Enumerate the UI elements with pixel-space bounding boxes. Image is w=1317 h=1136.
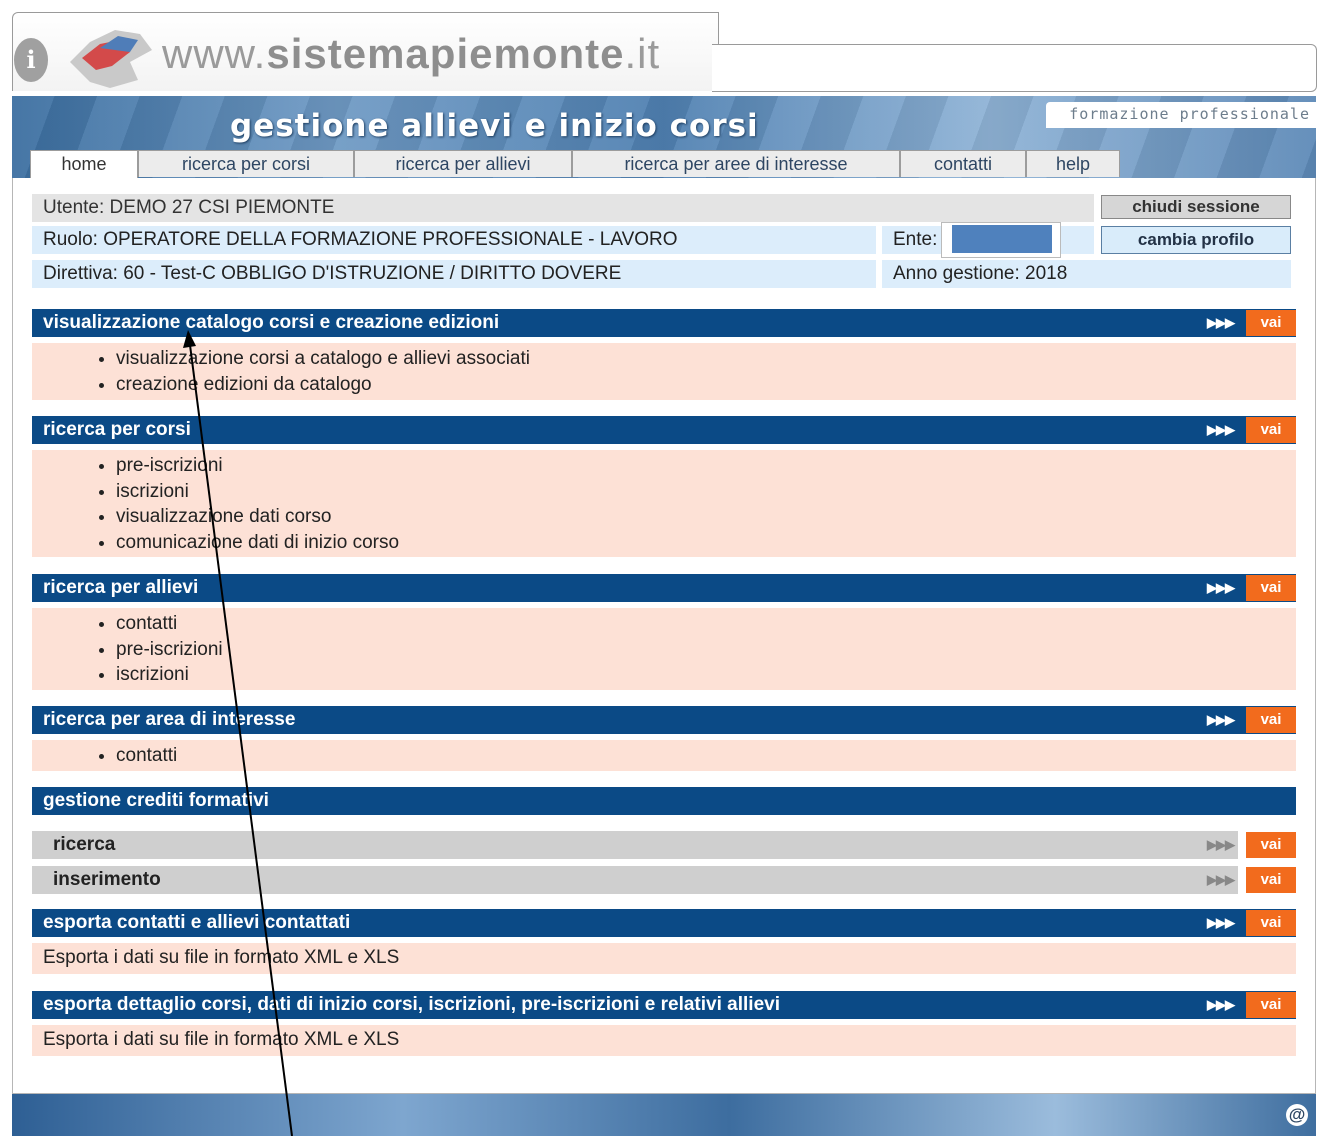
row-label: ricerca <box>53 834 116 855</box>
arrows-icon: ▶▶▶ <box>1207 872 1235 887</box>
arrows-icon: ▶▶▶ <box>1207 315 1235 330</box>
section-header-crediti: gestione crediti formativi <box>32 787 1296 815</box>
section-header-corsi[interactable]: ricerca per corsi ▶▶▶ <box>32 416 1296 444</box>
section-body-catalogo: visualizzazione corsi a catalogo e allie… <box>32 343 1296 400</box>
arrows-icon: ▶▶▶ <box>1207 712 1235 727</box>
utente-label: Utente: <box>43 197 105 218</box>
section-body-area: contatti <box>32 740 1296 771</box>
arrows-icon: ▶▶▶ <box>1207 580 1235 595</box>
section-body-esporta-dettaglio: Esporta i dati su file in formato XML e … <box>32 1025 1296 1056</box>
arrows-icon: ▶▶▶ <box>1207 915 1235 930</box>
section-title: esporta contatti e allievi contattati <box>43 912 351 933</box>
portal-header: i www.sistemapiemonte.it <box>12 12 1317 96</box>
section-body-esporta-contatti: Esporta i dati su file in formato XML e … <box>32 943 1296 974</box>
list-item: visualizzazione corsi a catalogo e allie… <box>116 346 1296 372</box>
cambia-profilo-button[interactable]: cambia profilo <box>1101 226 1291 254</box>
list-item: contatti <box>116 611 1296 637</box>
section-body-allievi: contatti pre-iscrizioni iscrizioni <box>32 608 1296 690</box>
arrows-icon: ▶▶▶ <box>1207 422 1235 437</box>
tab-contatti[interactable]: contatti <box>900 150 1026 177</box>
section-description: Esporta i dati su file in formato XML e … <box>43 947 400 968</box>
section-body-corsi: pre-iscrizioni iscrizioni visualizzazion… <box>32 450 1296 557</box>
direttiva-row: Direttiva: 60 - Test-C OBBLIGO D'ISTRUZI… <box>32 260 876 288</box>
tab-ricerca-corsi[interactable]: ricerca per corsi <box>138 150 354 177</box>
vai-button-esporta-dettaglio[interactable]: vai <box>1246 992 1296 1018</box>
piemonte-logo-icon[interactable] <box>60 22 160 92</box>
section-header-area[interactable]: ricerca per area di interesse ▶▶▶ <box>32 706 1296 734</box>
list-item: comunicazione dati di inizio corso <box>116 530 1296 556</box>
vai-button-crediti-inserimento[interactable]: vai <box>1246 867 1296 893</box>
tab-ricerca-aree[interactable]: ricerca per aree di interesse <box>572 150 900 177</box>
vai-button-area[interactable]: vai <box>1246 707 1296 733</box>
app-title: gestione allievi e inizio corsi <box>230 108 759 144</box>
email-icon[interactable]: @ <box>1286 1104 1308 1126</box>
section-title: ricerca per area di interesse <box>43 709 296 730</box>
section-header-allievi[interactable]: ricerca per allievi ▶▶▶ <box>32 574 1296 602</box>
info-icon[interactable]: i <box>14 38 48 82</box>
list-item: pre-iscrizioni <box>116 637 1296 663</box>
vai-button-esporta-contatti[interactable]: vai <box>1246 910 1296 936</box>
list-item: iscrizioni <box>116 662 1296 688</box>
list-item: pre-iscrizioni <box>116 453 1296 479</box>
section-title: ricerca per allievi <box>43 577 199 598</box>
row-label: inserimento <box>53 869 161 890</box>
section-description: Esporta i dati su file in formato XML e … <box>43 1029 400 1050</box>
section-title: visualizzazione catalogo corsi e creazio… <box>43 312 500 333</box>
arrows-icon: ▶▶▶ <box>1207 997 1235 1012</box>
ente-field[interactable] <box>941 222 1061 258</box>
section-title: esporta dettaglio corsi, dati di inizio … <box>43 994 780 1015</box>
section-title: gestione crediti formativi <box>43 790 269 811</box>
ruolo-row: Ruolo: OPERATORE DELLA FORMAZIONE PROFES… <box>32 226 876 254</box>
vai-button-catalogo[interactable]: vai <box>1246 310 1296 336</box>
crediti-inserimento-row[interactable]: inserimento ▶▶▶ <box>32 866 1238 894</box>
tab-ricerca-allievi[interactable]: ricerca per allievi <box>354 150 572 177</box>
arrows-icon: ▶▶▶ <box>1207 837 1235 852</box>
utente-value: DEMO 27 CSI PIEMONTE <box>109 197 335 218</box>
section-header-esporta-dettaglio[interactable]: esporta dettaglio corsi, dati di inizio … <box>32 991 1296 1019</box>
chiudi-sessione-button[interactable]: chiudi sessione <box>1101 195 1291 219</box>
vai-button-crediti-ricerca[interactable]: vai <box>1246 832 1296 858</box>
user-row: Utente: DEMO 27 CSI PIEMONTE <box>32 194 1094 222</box>
list-item: visualizzazione dati corso <box>116 504 1296 530</box>
list-item: contatti <box>116 743 1296 769</box>
footer-banner: @ <box>12 1094 1316 1136</box>
tab-help[interactable]: help <box>1026 150 1120 177</box>
portal-url[interactable]: www.sistemapiemonte.it <box>162 30 660 78</box>
section-title: ricerca per corsi <box>43 419 191 440</box>
section-label: formazione professionale <box>1069 105 1310 123</box>
tab-home[interactable]: home <box>30 150 138 179</box>
section-header-esporta-contatti[interactable]: esporta contatti e allievi contattati ▶▶… <box>32 909 1296 937</box>
crediti-ricerca-row[interactable]: ricerca ▶▶▶ <box>32 831 1238 859</box>
main-tabs: home ricerca per corsi ricerca per allie… <box>30 150 1120 179</box>
list-item: iscrizioni <box>116 479 1296 505</box>
list-item: creazione edizioni da catalogo <box>116 372 1296 398</box>
vai-button-allievi[interactable]: vai <box>1246 575 1296 601</box>
anno-gestione: Anno gestione: 2018 <box>882 260 1291 288</box>
portal-bar <box>712 44 1317 92</box>
vai-button-corsi[interactable]: vai <box>1246 417 1296 443</box>
section-header-catalogo[interactable]: visualizzazione catalogo corsi e creazio… <box>32 309 1296 337</box>
